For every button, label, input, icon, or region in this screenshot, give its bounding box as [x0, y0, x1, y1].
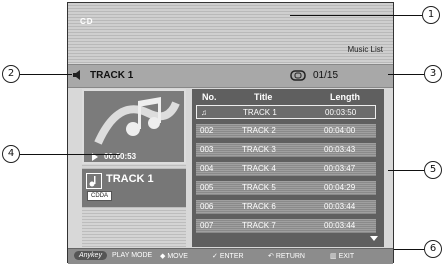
return-hint: ↶ RETURN: [268, 253, 305, 260]
track-number: 004: [200, 164, 214, 173]
play-mode-hint: PLAY MODE: [112, 252, 153, 259]
track-row[interactable]: TRACK 1 00:03:50 ♫: [196, 105, 376, 119]
callout-1: 1: [422, 6, 440, 24]
column-header-length: Length: [330, 92, 360, 102]
music-note-icon: [86, 173, 102, 189]
track-title: TRACK 5: [242, 183, 276, 192]
speaker-icon: [73, 70, 80, 80]
callout-line-2: [20, 74, 72, 75]
current-track-label: TRACK 1: [90, 70, 134, 81]
track-counter: 01/15: [313, 70, 339, 81]
callout-line-5: [388, 170, 424, 171]
top-banner: CD Music List: [68, 3, 393, 63]
track-row[interactable]: 006 TRACK 6 00:03:44: [196, 200, 376, 214]
callout-line-3: [388, 74, 424, 75]
track-title: TRACK 3: [242, 145, 276, 154]
track-row[interactable]: 003 TRACK 3 00:03:43: [196, 143, 376, 157]
track-length: 00:03:50: [325, 108, 357, 117]
track-number: 003: [200, 145, 214, 154]
now-playing-bar: TRACK 1 01/15: [68, 64, 393, 88]
move-hint: ◆ MOVE: [160, 253, 188, 260]
music-list-screen: CD Music List TRACK 1 01/15 00:00:53 TRA…: [67, 2, 394, 264]
track-length: 00:03:43: [324, 145, 356, 154]
disc-icon: [290, 70, 306, 81]
exit-hint: ▥ EXIT: [330, 253, 355, 260]
info-track-title: TRACK 1: [106, 173, 154, 185]
callout-4: 4: [2, 145, 20, 163]
column-header-title: Title: [254, 92, 273, 102]
track-info: TRACK 1 CDDA: [82, 169, 186, 207]
track-row[interactable]: 004 TRACK 4 00:03:47: [196, 162, 376, 176]
track-length: 00:04:00: [324, 126, 356, 135]
exit-hint-label: EXIT: [338, 253, 355, 260]
control-hints-bar: Anykey PLAY MODE ◆ MOVE ✓ ENTER ↶ RETURN…: [68, 248, 393, 264]
now-playing-icon: ♫: [201, 108, 207, 117]
callout-5: 5: [424, 161, 442, 179]
track-list[interactable]: No. Title Length TRACK 1 00:03:50 ♫ 002 TRAC…: [192, 89, 384, 247]
screen-title: Music List: [347, 45, 383, 54]
track-number: 005: [200, 183, 214, 192]
track-title: TRACK 1: [243, 108, 277, 117]
track-number: 007: [200, 221, 214, 230]
callout-6: 6: [424, 240, 442, 258]
track-length: 00:03:47: [324, 164, 356, 173]
track-length: 00:03:44: [324, 221, 356, 230]
cd-logo: CD: [80, 17, 94, 26]
enter-hint-label: ENTER: [219, 253, 244, 260]
track-length: 00:03:44: [324, 202, 356, 211]
music-notes-art-icon: [94, 97, 180, 145]
callout-3: 3: [424, 65, 442, 83]
track-title: TRACK 7: [242, 221, 276, 230]
scroll-down-icon[interactable]: [370, 236, 378, 241]
track-title: TRACK 6: [242, 202, 276, 211]
track-number: 006: [200, 202, 214, 211]
anykey-button[interactable]: Anykey: [74, 251, 107, 260]
return-hint-label: RETURN: [275, 253, 305, 260]
disc-type-badge: CDDA: [87, 191, 113, 201]
track-length: 00:04:29: [324, 183, 356, 192]
callout-line-6: [394, 249, 424, 250]
callout-line-4: [20, 154, 120, 155]
track-row[interactable]: 005 TRACK 5 00:04:29: [196, 181, 376, 195]
preview-panel: 00:00:53 TRACK 1 CDDA: [82, 89, 186, 247]
track-row[interactable]: 007 TRACK 7 00:03:44: [196, 219, 376, 233]
callout-2: 2: [2, 65, 20, 83]
column-header-no: No.: [202, 92, 217, 102]
track-number: 002: [200, 126, 214, 135]
enter-hint: ✓ ENTER: [212, 253, 244, 260]
album-art: 00:00:53: [82, 89, 186, 164]
callout-line-1: [290, 15, 422, 16]
track-row[interactable]: 002 TRACK 2 00:04:00: [196, 124, 376, 138]
track-title: TRACK 2: [242, 126, 276, 135]
track-title: TRACK 4: [242, 164, 276, 173]
move-hint-label: MOVE: [167, 253, 188, 260]
